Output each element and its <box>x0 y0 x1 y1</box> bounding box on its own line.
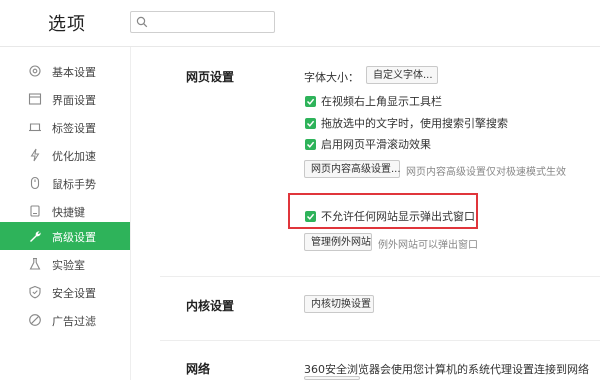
sidebar-item-security[interactable]: 安全设置 <box>0 278 130 306</box>
sidebar-divider <box>130 47 131 380</box>
check-icon <box>306 98 315 105</box>
sidebar-item-label: 实验室 <box>52 259 85 272</box>
section-divider <box>160 340 600 341</box>
advanced-content-hint: 网页内容高级设置仅对极速模式生效 <box>406 167 566 178</box>
custom-font-button[interactable]: 自定义字体... <box>366 66 438 84</box>
section-divider <box>160 276 600 277</box>
option-smooth-scroll[interactable]: 启用网页平滑滚动效果 <box>305 137 431 151</box>
manage-exceptions-button[interactable]: 管理例外网站 <box>304 233 372 251</box>
sidebar-item-label: 广告过滤 <box>52 315 96 328</box>
sidebar-item-interface[interactable]: 界面设置 <box>0 85 130 113</box>
sidebar-item-label: 基本设置 <box>52 66 96 79</box>
sidebar: 基本设置 界面设置 标签设置 优化加速 鼠标手势 快捷键 高级设置 实验室 安全… <box>0 47 130 380</box>
check-icon <box>306 141 315 148</box>
window-icon <box>28 93 42 105</box>
network-description: 360安全浏览器会使用您计算机的系统代理设置连接到网络 <box>304 363 589 376</box>
gear-icon <box>29 65 41 77</box>
shield-icon <box>29 285 41 299</box>
sidebar-item-label: 高级设置 <box>52 231 96 244</box>
sidebar-item-label: 快捷键 <box>52 206 85 219</box>
sidebar-item-label: 优化加速 <box>52 150 96 163</box>
sidebar-item-label: 安全设置 <box>52 287 96 300</box>
block-icon <box>29 314 41 326</box>
sidebar-item-tabs[interactable]: 标签设置 <box>0 113 130 141</box>
option-drag-search[interactable]: 拖放选中的文字时，使用搜索引擎搜索 <box>305 116 508 130</box>
section-title-kernel: 内核设置 <box>186 299 235 313</box>
option-video-toolbar[interactable]: 在视频右上角显示工具栏 <box>305 94 442 108</box>
check-icon <box>306 120 315 127</box>
manage-exceptions-hint: 例外网站可以弹出窗口 <box>378 240 478 251</box>
checkbox-checked[interactable] <box>305 138 316 150</box>
sidebar-item-ad-filter[interactable]: 广告过滤 <box>0 306 130 334</box>
lightning-icon <box>30 148 40 162</box>
checkbox-checked[interactable] <box>305 95 316 107</box>
tab-icon <box>29 123 41 132</box>
section-title-web: 网页设置 <box>186 70 235 84</box>
sidebar-item-label: 界面设置 <box>52 94 96 107</box>
highlight-box <box>288 193 478 229</box>
search-icon <box>136 16 148 28</box>
header: 选项 <box>0 0 600 47</box>
advanced-content-button[interactable]: 网页内容高级设置... <box>304 160 401 178</box>
sidebar-item-basic[interactable]: 基本设置 <box>0 57 130 85</box>
wrench-icon <box>30 231 41 242</box>
page-title: 选项 <box>48 14 86 35</box>
kernel-switch-button[interactable]: 内核切换设置 <box>304 295 374 313</box>
keyboard-icon <box>30 205 40 217</box>
sidebar-item-optimize[interactable]: 优化加速 <box>0 141 130 169</box>
sidebar-item-shortcuts[interactable]: 快捷键 <box>0 197 130 225</box>
sidebar-item-label: 标签设置 <box>52 122 96 135</box>
network-settings-button-partial[interactable] <box>304 376 360 380</box>
section-title-network: 网络 <box>186 362 211 376</box>
font-size-label: 字体大小： <box>304 71 359 84</box>
option-label: 启用网页平滑滚动效果 <box>321 138 431 151</box>
sidebar-item-label: 鼠标手势 <box>52 178 96 191</box>
search-input[interactable] <box>130 11 275 33</box>
flask-icon <box>29 257 41 270</box>
sidebar-item-lab[interactable]: 实验室 <box>0 250 130 278</box>
option-label: 在视频右上角显示工具栏 <box>321 95 442 108</box>
option-label: 拖放选中的文字时，使用搜索引擎搜索 <box>321 117 508 130</box>
mouse-icon <box>30 176 40 190</box>
sidebar-item-mouse-gestures[interactable]: 鼠标手势 <box>0 169 130 197</box>
sidebar-item-advanced[interactable]: 高级设置 <box>0 222 130 250</box>
checkbox-checked[interactable] <box>305 117 316 129</box>
